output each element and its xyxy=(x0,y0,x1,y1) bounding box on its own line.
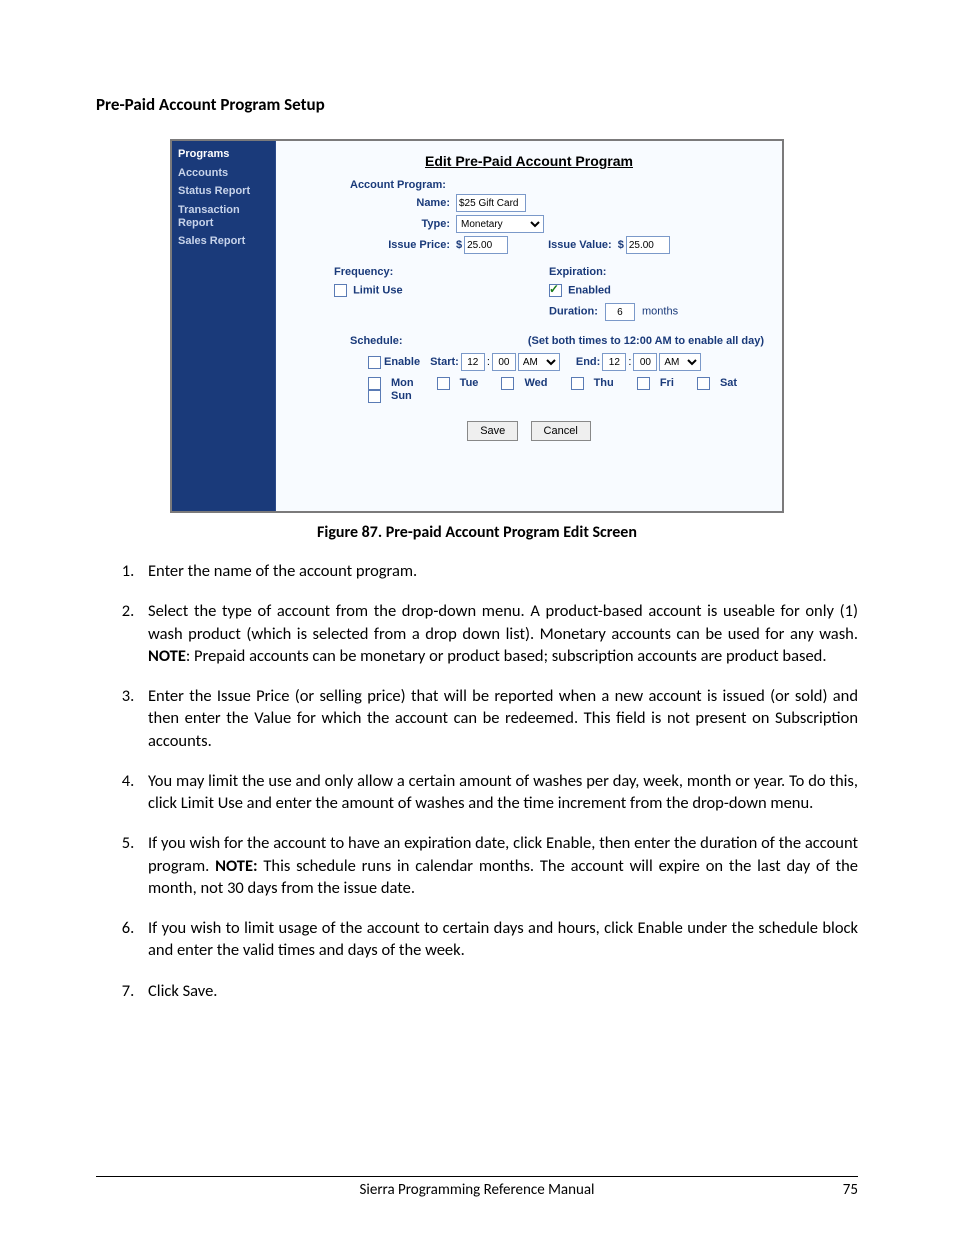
day-thu-checkbox[interactable] xyxy=(571,377,584,390)
start-hour-input[interactable] xyxy=(461,353,485,371)
dollar-icon: $ xyxy=(618,239,624,251)
end-ampm-select[interactable]: AM xyxy=(659,353,701,371)
cancel-button[interactable]: Cancel xyxy=(531,421,591,441)
issue-price-label: Issue Price: xyxy=(360,239,456,251)
expiration-enabled-checkbox[interactable] xyxy=(549,284,562,297)
issue-value-input[interactable] xyxy=(626,236,670,254)
day-tue-label: Tue xyxy=(460,377,479,389)
instruction-4: You may limit the use and only allow a c… xyxy=(138,770,858,815)
instruction-1: Enter the name of the account program. xyxy=(138,560,858,582)
duration-unit: months xyxy=(642,306,678,318)
expiration-enabled-label: Enabled xyxy=(568,284,611,296)
edit-pane: Edit Pre-Paid Account Program Account Pr… xyxy=(276,141,782,511)
save-button[interactable]: Save xyxy=(467,421,518,441)
page-footer: Sierra Programming Reference Manual 75 xyxy=(96,1176,858,1199)
type-label: Type: xyxy=(360,218,456,230)
sidebar-item-sales-report[interactable]: Sales Report xyxy=(178,232,269,251)
footer-page-number: 75 xyxy=(818,1181,858,1199)
instruction-2-note: NOTE xyxy=(148,646,186,666)
page-heading: Pre-Paid Account Program Setup xyxy=(96,94,858,115)
type-select[interactable]: Monetary xyxy=(456,215,544,233)
instruction-2: Select the type of account from the drop… xyxy=(138,600,858,667)
instructions-list: Enter the name of the account program. S… xyxy=(96,560,858,1002)
sidebar-item-accounts[interactable]: Accounts xyxy=(178,164,269,183)
instruction-5: If you wish for the account to have an e… xyxy=(138,832,858,899)
dollar-icon: $ xyxy=(456,239,462,251)
schedule-enable-label: Enable xyxy=(384,356,420,368)
pane-title: Edit Pre-Paid Account Program xyxy=(294,153,764,169)
instruction-2a: Select the type of account from the drop… xyxy=(148,601,858,643)
footer-title: Sierra Programming Reference Manual xyxy=(136,1181,818,1199)
schedule-label: Schedule: xyxy=(350,335,403,347)
day-sat-checkbox[interactable] xyxy=(697,377,710,390)
day-thu-label: Thu xyxy=(594,377,614,389)
sidebar-item-status-report[interactable]: Status Report xyxy=(178,182,269,201)
duration-input[interactable] xyxy=(605,303,635,321)
sidebar: Programs Accounts Status Report Transact… xyxy=(172,141,276,511)
day-fri-checkbox[interactable] xyxy=(637,377,650,390)
day-fri-label: Fri xyxy=(660,377,674,389)
start-minute-input[interactable] xyxy=(492,353,516,371)
account-program-label: Account Program: xyxy=(350,179,764,191)
schedule-enable-checkbox[interactable] xyxy=(368,356,381,369)
limit-use-checkbox[interactable] xyxy=(334,284,347,297)
instruction-6: If you wish to limit usage of the accoun… xyxy=(138,917,858,962)
name-label: Name: xyxy=(360,197,456,209)
day-sun-label: Sun xyxy=(391,390,412,402)
day-wed-checkbox[interactable] xyxy=(501,377,514,390)
issue-price-input[interactable] xyxy=(464,236,508,254)
figure-caption: Figure 87. Pre-paid Account Program Edit… xyxy=(96,523,858,542)
day-sat-label: Sat xyxy=(720,377,737,389)
day-wed-label: Wed xyxy=(524,377,547,389)
sidebar-item-programs[interactable]: Programs xyxy=(178,145,269,164)
end-hour-input[interactable] xyxy=(602,353,626,371)
start-label: Start: xyxy=(430,356,459,368)
instruction-7: Click Save. xyxy=(138,980,858,1002)
duration-label: Duration: xyxy=(549,306,598,318)
limit-use-label: Limit Use xyxy=(353,284,403,296)
day-sun-checkbox[interactable] xyxy=(368,390,381,403)
start-ampm-select[interactable]: AM xyxy=(518,353,560,371)
sidebar-item-transaction-report[interactable]: Transaction Report xyxy=(178,201,269,232)
schedule-note: (Set both times to 12:00 AM to enable al… xyxy=(528,335,764,347)
name-input[interactable] xyxy=(456,194,526,212)
expiration-label: Expiration: xyxy=(549,266,764,278)
end-label: End: xyxy=(576,356,600,368)
end-minute-input[interactable] xyxy=(633,353,657,371)
instruction-5-note: NOTE: xyxy=(215,856,257,876)
day-mon-checkbox[interactable] xyxy=(368,377,381,390)
issue-value-label: Issue Value: xyxy=(548,239,612,251)
frequency-label: Frequency: xyxy=(334,266,549,278)
instruction-2c: : Prepaid accounts can be monetary or pr… xyxy=(186,646,827,666)
instruction-3: Enter the Issue Price (or selling price)… xyxy=(138,685,858,752)
day-tue-checkbox[interactable] xyxy=(437,377,450,390)
edit-screen-figure: Programs Accounts Status Report Transact… xyxy=(170,139,784,513)
day-mon-label: Mon xyxy=(391,377,414,389)
